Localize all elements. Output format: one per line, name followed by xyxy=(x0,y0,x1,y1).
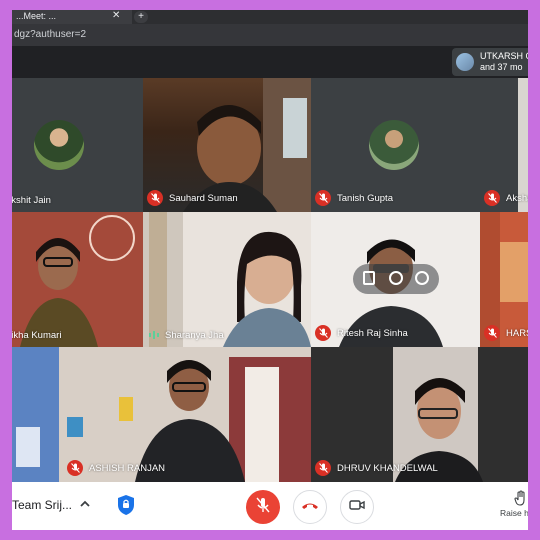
participant-avatar xyxy=(34,120,84,170)
mic-off-icon xyxy=(256,497,270,518)
participant-video xyxy=(12,212,143,347)
tab-close-icon[interactable]: ✕ xyxy=(112,10,120,22)
new-tab-icon[interactable]: + xyxy=(134,11,148,23)
video-tile[interactable] xyxy=(12,347,59,482)
fullscreen-icon[interactable] xyxy=(389,271,403,285)
video-tile[interactable]: hikha Kumari xyxy=(12,212,143,347)
address-url: dgz?authuser=2 xyxy=(14,29,87,40)
tile-nameplate: hikha Kumari xyxy=(12,330,61,341)
shield-icon[interactable] xyxy=(116,494,136,516)
participant-video xyxy=(143,212,311,347)
meet-bottom-bar: Team Srij... Raise h xyxy=(12,482,528,530)
participant-name-label: Sauhard Suman xyxy=(169,192,238,204)
video-tile[interactable]: Ritesh Raj Sinha xyxy=(311,212,480,347)
camera-toggle-button[interactable] xyxy=(340,490,374,524)
browser-tab-title: ...Meet: ... xyxy=(16,11,57,21)
tile-nameplate: Sauhard Suman xyxy=(147,190,238,206)
mic-off-icon xyxy=(67,460,83,476)
video-tile[interactable]: Sauhard Suman xyxy=(143,78,311,212)
meeting-name[interactable]: Team Srij... xyxy=(12,498,72,512)
participant-name-label: Tanish Gupta xyxy=(337,192,393,204)
participant-name-label: HARS xyxy=(506,327,528,339)
participant-name-label: Sharanya Jha xyxy=(165,329,224,341)
video-tile[interactable]: DHRUV KHANDELWAL xyxy=(311,347,528,482)
mic-off-icon xyxy=(147,190,163,206)
participant-name-label: Ritesh Raj Sinha xyxy=(337,327,408,339)
video-tile[interactable]: akshit Jain xyxy=(12,78,143,212)
tile-nameplate: Aksha xyxy=(484,190,528,206)
mic-off-icon xyxy=(315,325,331,341)
mic-off-icon xyxy=(315,190,331,206)
browser-tab-strip: ...Meet: ... ✕ + xyxy=(12,10,528,24)
mic-off-icon xyxy=(484,190,500,206)
participant-name-label: ASHISH RANJAN xyxy=(89,462,166,474)
participant-name-label: akshit Jain xyxy=(12,195,51,206)
raise-hand-label: Raise h xyxy=(500,508,528,518)
meet-top-bar: UTKARSH C and 37 mo xyxy=(12,46,528,78)
tile-nameplate: DHRUV KHANDELWAL xyxy=(315,460,438,476)
video-tile[interactable]: Sharanya Jha xyxy=(143,212,311,347)
video-tile[interactable]: HARS xyxy=(480,212,528,347)
raise-hand-icon xyxy=(514,490,528,508)
end-call-button[interactable] xyxy=(293,490,327,524)
participant-name: UTKARSH C xyxy=(480,51,528,61)
tile-nameplate: Tanish Gupta xyxy=(315,190,393,206)
pin-icon[interactable] xyxy=(363,271,375,285)
avatar xyxy=(456,53,474,71)
remove-icon[interactable] xyxy=(415,271,429,285)
video-tile[interactable]: ASHISH RANJAN xyxy=(59,347,311,482)
camera-icon xyxy=(349,498,365,516)
end-call-icon xyxy=(301,498,319,516)
address-bar[interactable]: dgz?authuser=2 xyxy=(12,24,528,46)
chevron-up-icon[interactable] xyxy=(78,497,92,511)
meet-window: ...Meet: ... ✕ + dgz?authuser=2 UTKARSH … xyxy=(12,10,528,530)
video-grid: akshit Jain Sauhard Suman xyxy=(12,78,528,482)
participants-chip[interactable]: UTKARSH C and 37 mo xyxy=(452,48,528,76)
tile-nameplate: Ritesh Raj Sinha xyxy=(315,325,408,341)
participant-name-label: Aksha xyxy=(506,192,528,204)
participant-name-label: hikha Kumari xyxy=(12,330,62,341)
speaking-indicator-icon xyxy=(147,329,161,341)
raise-hand-button[interactable]: Raise h xyxy=(500,490,528,518)
mic-toggle-button[interactable] xyxy=(246,490,280,524)
tile-hover-controls[interactable] xyxy=(353,264,439,294)
mic-off-icon xyxy=(484,325,500,341)
tile-nameplate: Sharanya Jha xyxy=(147,329,224,341)
mic-off-icon xyxy=(315,460,331,476)
video-tile[interactable]: Aksha xyxy=(480,78,528,212)
video-tile[interactable]: Tanish Gupta xyxy=(311,78,480,212)
tile-nameplate: akshit Jain xyxy=(12,195,51,206)
tile-nameplate: HARS xyxy=(484,325,528,341)
tile-nameplate: ASHISH RANJAN xyxy=(67,460,165,476)
participant-name-label: DHRUV KHANDELWAL xyxy=(337,462,438,474)
participant-avatar xyxy=(369,120,419,170)
participant-more: and 37 mo xyxy=(480,62,523,72)
